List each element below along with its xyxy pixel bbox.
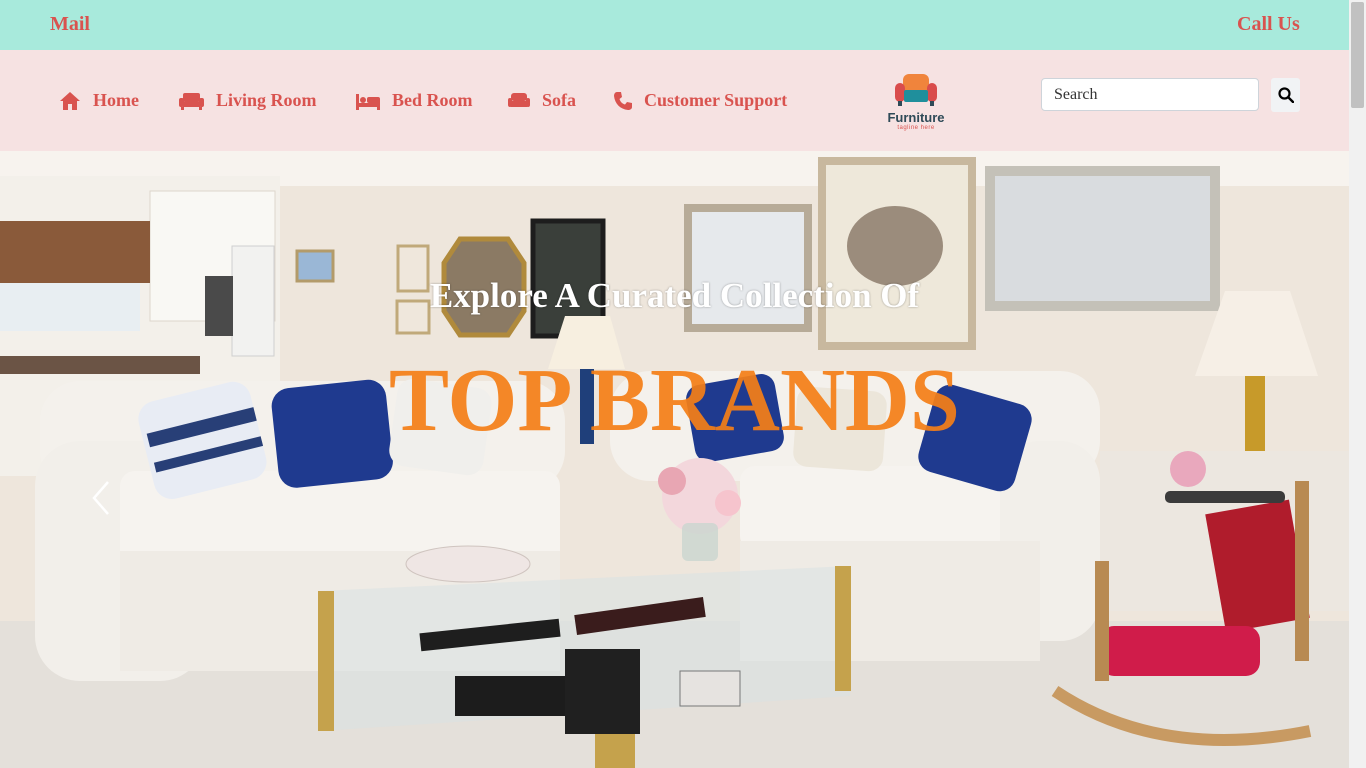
hero-heading: Explore A Curated Collection Of (429, 276, 920, 315)
nav-home[interactable]: Home (59, 90, 139, 111)
hero-brand-text: TOP BRANDS (389, 351, 960, 450)
carousel-prev-button[interactable] (86, 478, 116, 518)
armchair-logo-icon (895, 74, 937, 106)
mail-link[interactable]: Mail (50, 13, 90, 36)
hero-carousel: Explore A Curated Collection Of TOP BRAN… (0, 151, 1349, 768)
nav-sofa-label: Sofa (542, 90, 577, 110)
phone-icon (614, 91, 632, 110)
top-bar: Mail Call Us (0, 0, 1349, 50)
search-icon (1277, 87, 1294, 103)
bed-icon (356, 93, 380, 110)
couch-icon (179, 92, 204, 110)
page-scrollbar-thumb[interactable] (1351, 2, 1364, 108)
nav-customer-support-label: Customer Support (644, 90, 788, 110)
nav-bed-room[interactable]: Bed Room (356, 90, 473, 111)
sofa-icon (508, 93, 530, 107)
furniture-logo[interactable]: Furniture tagline here (882, 72, 950, 131)
call-us-link[interactable]: Call Us (1237, 13, 1300, 36)
nav-living-room-label: Living Room (216, 90, 317, 110)
home-icon (60, 91, 80, 110)
nav-customer-support[interactable]: Customer Support (614, 90, 787, 111)
search-button[interactable] (1271, 78, 1300, 112)
search-input[interactable] (1041, 78, 1259, 111)
main-navbar: Home Living Room Bed Room Sofa Customer … (0, 50, 1349, 151)
nav-bed-room-label: Bed Room (392, 90, 473, 110)
logo-tagline: tagline here (897, 125, 935, 131)
logo-name: Furniture (887, 110, 945, 125)
nav-home-label: Home (93, 90, 139, 110)
chevron-left-icon (92, 481, 109, 515)
nav-sofa[interactable]: Sofa (508, 90, 576, 111)
page-scrollbar[interactable] (1349, 0, 1366, 768)
hero-living-room-image (0, 151, 1349, 768)
nav-living-room[interactable]: Living Room (179, 90, 317, 111)
